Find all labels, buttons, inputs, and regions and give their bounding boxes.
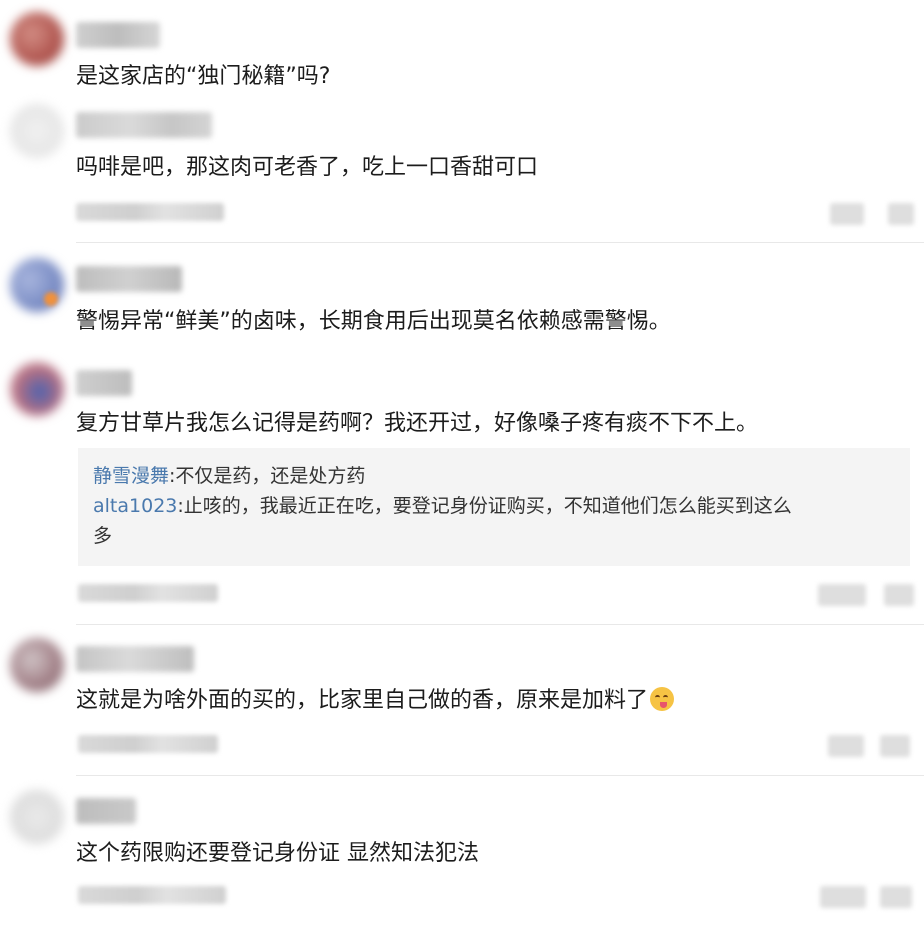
comment-text: 是这家店的“独门秘籍”吗? [76,64,331,89]
comment-meta-blurred [78,735,218,753]
reply-action-blurred[interactable] [830,203,864,225]
comment-meta-blurred [78,886,226,904]
comment-text: 复方甘草片我怎么记得是药啊？我还开过，好像嗓子疼有痰不下不上。 [76,411,759,436]
like-action-blurred[interactable] [880,886,912,908]
username-blurred[interactable] [76,22,160,48]
avatar[interactable] [10,104,64,158]
avatar[interactable] [10,12,64,66]
comment-text-content: 这就是为啥外面的买的，比家里自己做的香，原来是加料了 [76,688,649,713]
username-blurred[interactable] [76,112,212,138]
comment-text: 吗啡是吧，那这肉可老香了，吃上一口香甜可口 [76,155,539,180]
reply-preview-box[interactable]: 静雪漫舞:不仅是药，还是处方药 alta1023:止咳的，我最近正在吃，要登记身… [78,448,910,566]
username-blurred[interactable] [76,266,182,292]
reply-author[interactable]: 静雪漫舞 [93,465,169,487]
reply-action-blurred[interactable] [828,735,864,757]
yum-emoji-icon [650,687,675,711]
comment-text: 警惕异常“鲜美”的卤味，长期食用后出现莫名依赖感需警惕。 [76,309,671,334]
like-action-blurred[interactable] [888,203,914,225]
reply-line-continued: 多 [93,525,113,547]
reply-author[interactable]: alta1023 [93,495,177,517]
comment-feed: 是这家店的“独门秘籍”吗? 吗啡是吧，那这肉可老香了，吃上一口香甜可口 警惕异常… [0,0,924,925]
divider [76,775,924,776]
avatar[interactable] [10,362,64,416]
reply-text: :止咳的，我最近正在吃，要登记身份证购买，不知道他们怎么能买到这么 [177,495,792,517]
comment-meta-blurred [76,203,224,221]
reply-line: alta1023:止咳的，我最近正在吃，要登记身份证购买，不知道他们怎么能买到这… [93,491,792,521]
like-action-blurred[interactable] [884,584,914,606]
comment-text: 这个药限购还要登记身份证 显然知法犯法 [76,841,479,866]
like-action-blurred[interactable] [880,735,910,757]
reply-action-blurred[interactable] [820,886,866,908]
username-blurred[interactable] [76,646,194,672]
comment-text: 这就是为啥外面的买的，比家里自己做的香，原来是加料了 [76,686,675,716]
divider [76,624,924,625]
avatar[interactable] [10,638,64,692]
divider [76,242,924,243]
comment-meta-blurred [78,584,218,602]
username-blurred[interactable] [76,798,136,824]
reply-line: 静雪漫舞:不仅是药，还是处方药 [93,461,365,491]
username-blurred[interactable] [76,370,132,396]
avatar[interactable] [10,790,64,844]
reply-action-blurred[interactable] [818,584,866,606]
avatar-badge [44,292,58,306]
reply-text: :不仅是药，还是处方药 [169,465,366,487]
